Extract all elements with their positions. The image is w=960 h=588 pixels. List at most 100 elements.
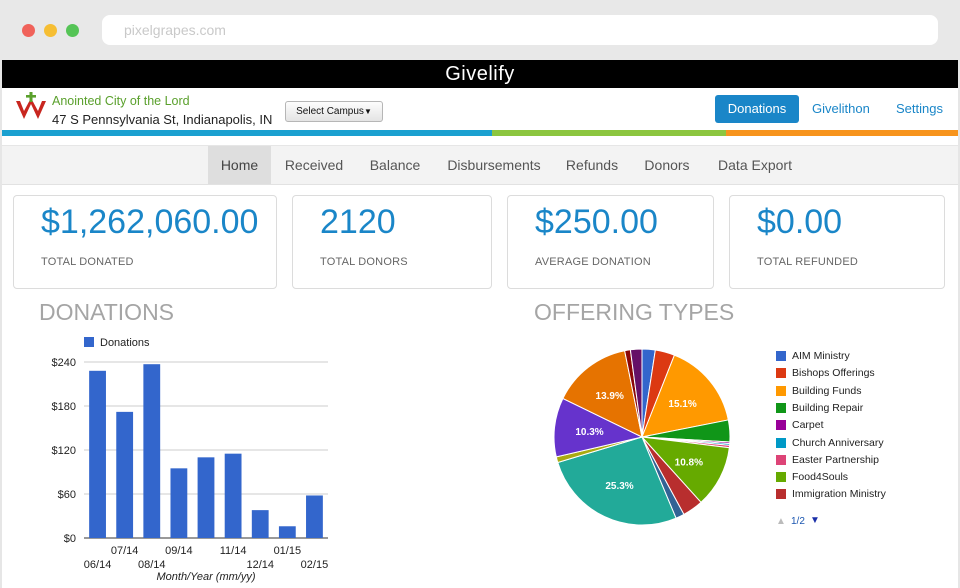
legend-label: Food4Souls	[792, 471, 848, 483]
legend-label: Bishops Offerings	[792, 367, 875, 379]
nav-givelithon[interactable]: Givelithon	[812, 95, 876, 123]
x-tick-label: 01/15	[274, 545, 302, 557]
legend-swatch	[776, 489, 786, 499]
total-donors-value: 2120	[320, 203, 396, 242]
legend-swatch-donations	[84, 337, 94, 347]
legend-item[interactable]: Building Repair	[776, 402, 946, 416]
legend-swatch	[776, 455, 786, 465]
legend-page-number: 1/2	[791, 516, 805, 527]
average-donation-value: $250.00	[535, 203, 658, 242]
legend-label: Immigration Ministry	[792, 488, 886, 500]
donations-bar-chart: Donations $0 $60 $120 $180 $240 06/14 07/14 08/1…	[32, 332, 352, 588]
average-donation-label: AVERAGE DONATION	[535, 256, 651, 268]
pie-slice-label: 25.3%	[605, 481, 633, 492]
bar	[279, 526, 296, 538]
browser-chrome: pixelgrapes.com	[0, 0, 960, 60]
y-tick-label: $0	[64, 533, 76, 545]
legend-label: Church Anniversary	[792, 437, 884, 449]
legend-item[interactable]: Immigration Ministry	[776, 488, 946, 502]
legend-swatch	[776, 472, 786, 482]
y-tick-label: $240	[52, 357, 76, 369]
legend-item[interactable]: Food4Souls	[776, 471, 946, 485]
tab-donors[interactable]: Donors	[639, 146, 695, 184]
pie-slice-label: 13.9%	[596, 391, 624, 402]
legend-item[interactable]: AIM Ministry	[776, 350, 946, 364]
legend-label: Easter Partnership	[792, 454, 879, 466]
previous-page-icon[interactable]: ▲	[776, 516, 786, 527]
y-tick-label: $180	[52, 401, 76, 413]
bar	[198, 457, 215, 538]
color-stripe	[2, 130, 958, 136]
pie-slice-label: 15.1%	[668, 399, 696, 410]
stat-card-total-donated: $1,262,060.00 TOTAL DONATED	[13, 195, 277, 289]
x-tick-label: 02/15	[301, 559, 329, 571]
tab-home[interactable]: Home	[208, 146, 271, 184]
pie-slice-label: 10.3%	[575, 427, 603, 438]
legend-swatch	[776, 386, 786, 396]
offering-types-title: OFFERING TYPES	[534, 299, 734, 326]
x-axis-label: Month/Year (mm/yy)	[156, 571, 255, 583]
donations-title: DONATIONS	[39, 299, 174, 326]
sub-nav: Home Received Balance Disbursements Refu…	[2, 145, 958, 185]
legend-label-donations: Donations	[100, 337, 150, 349]
x-tick-label: 07/14	[111, 545, 139, 557]
legend-swatch	[776, 351, 786, 361]
tab-data-export[interactable]: Data Export	[712, 146, 798, 184]
header: Anointed City of the Lord 47 S Pennsylva…	[2, 88, 958, 130]
x-tick-label: 06/14	[84, 559, 112, 571]
select-campus-label: Select Campus	[296, 106, 364, 117]
stat-card-total-refunded: $0.00 TOTAL REFUNDED	[729, 195, 945, 289]
legend-label: Carpet	[792, 419, 824, 431]
bar	[116, 412, 133, 538]
total-refunded-value: $0.00	[757, 203, 842, 242]
legend-item[interactable]: Bishops Offerings	[776, 367, 946, 381]
offering-types-pie-chart: 15.1%10.8%25.3%10.3%13.9%	[547, 342, 737, 532]
bar	[225, 454, 242, 538]
next-page-icon[interactable]: ▼	[810, 515, 820, 526]
total-donors-label: TOTAL DONORS	[320, 256, 408, 268]
legend-label: Building Repair	[792, 402, 863, 414]
x-tick-label: 12/14	[246, 559, 274, 571]
legend-swatch	[776, 403, 786, 413]
x-tick-label: 11/14	[220, 545, 247, 557]
legend-label: AIM Ministry	[792, 350, 850, 362]
legend-swatch	[776, 368, 786, 378]
legend-item[interactable]: Church Anniversary	[776, 437, 946, 451]
caret-down-icon: ▼	[364, 107, 372, 116]
bar	[89, 371, 106, 538]
tab-refunds[interactable]: Refunds	[560, 146, 624, 184]
y-tick-label: $60	[58, 489, 76, 501]
address-bar[interactable]: pixelgrapes.com	[102, 15, 938, 45]
total-refunded-label: TOTAL REFUNDED	[757, 256, 858, 268]
tab-balance[interactable]: Balance	[363, 146, 427, 184]
legend-swatch	[776, 438, 786, 448]
legend-swatch	[776, 420, 786, 430]
brand-bar: Givelify	[2, 60, 958, 88]
tab-disbursements[interactable]: Disbursements	[442, 146, 546, 184]
minimize-window-button[interactable]	[44, 24, 57, 37]
select-campus-button[interactable]: Select Campus▼	[285, 101, 383, 122]
legend-item[interactable]: Carpet	[776, 419, 946, 433]
tab-received[interactable]: Received	[278, 146, 350, 184]
x-tick-label: 08/14	[138, 559, 166, 571]
app-window: Givelify Anointed City of the Lord 47 S …	[2, 60, 958, 588]
stat-card-average-donation: $250.00 AVERAGE DONATION	[507, 195, 714, 289]
nav-settings[interactable]: Settings	[896, 95, 948, 123]
church-logo-icon	[14, 92, 48, 122]
church-name[interactable]: Anointed City of the Lord	[52, 94, 190, 108]
bar	[252, 510, 269, 538]
nav-donations[interactable]: Donations	[715, 95, 799, 123]
y-tick-label: $120	[52, 445, 76, 457]
bar	[143, 364, 160, 538]
x-tick-label: 09/14	[165, 545, 193, 557]
church-address: 47 S Pennsylvania St, Indianapolis, IN	[52, 112, 272, 127]
bar	[170, 468, 187, 538]
stat-card-total-donors: 2120 TOTAL DONORS	[292, 195, 492, 289]
legend-item[interactable]: Easter Partnership	[776, 454, 946, 468]
total-donated-label: TOTAL DONATED	[41, 256, 134, 268]
bar	[306, 495, 323, 538]
maximize-window-button[interactable]	[66, 24, 79, 37]
legend-item[interactable]: Building Funds	[776, 385, 946, 399]
legend-label: Building Funds	[792, 385, 861, 397]
close-window-button[interactable]	[22, 24, 35, 37]
